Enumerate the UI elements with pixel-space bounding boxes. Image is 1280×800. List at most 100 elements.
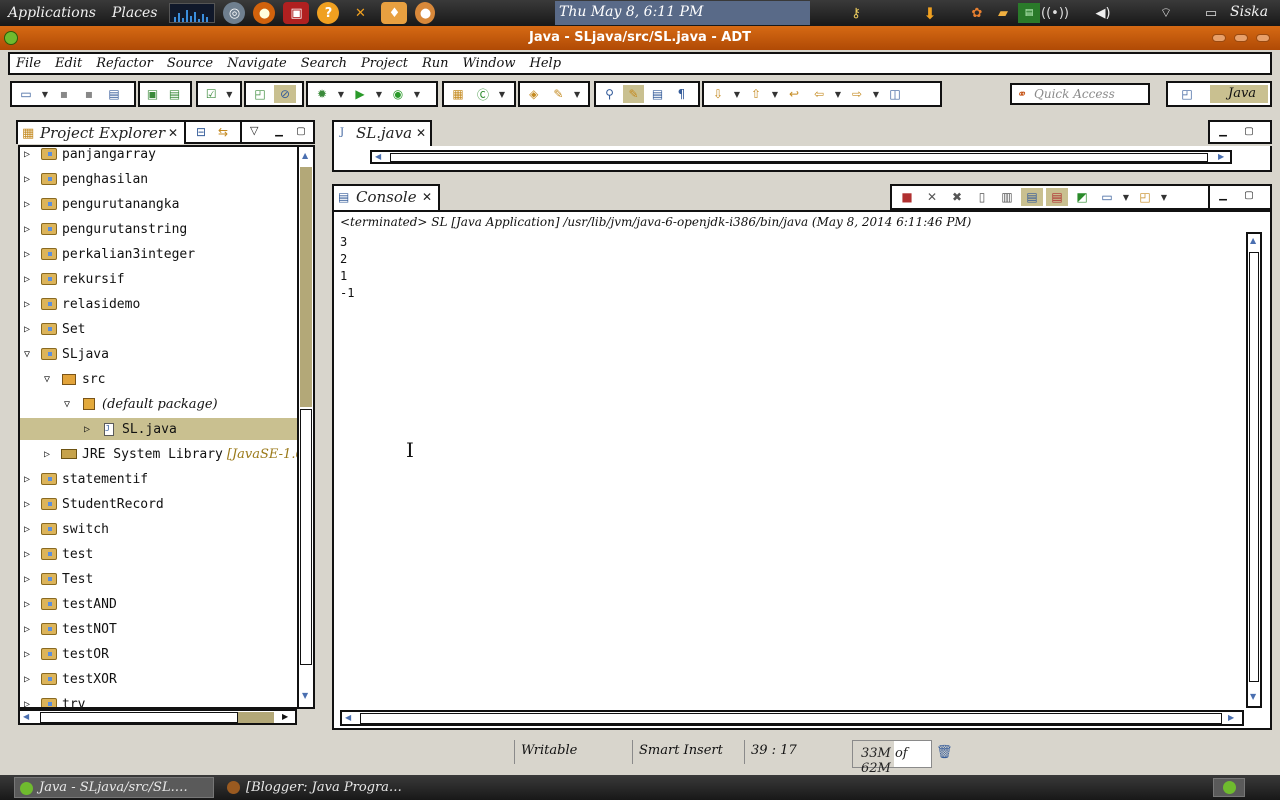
minimize-window-button[interactable] [1212,34,1226,42]
scroll-lock-icon[interactable]: ▥ [996,188,1018,206]
pin-editor-icon[interactable]: ◫ [884,85,906,103]
java-perspective-button[interactable]: Java [1210,85,1268,103]
applications-menu[interactable]: Applications [0,5,104,21]
collapse-all-icon[interactable]: ⊟ [196,125,206,139]
monitor-icon[interactable]: ▤ [1018,3,1040,23]
garbage-collect-icon[interactable]: 🗑 [936,745,953,760]
remove-all-terminated-icon[interactable]: ✖ [946,188,968,206]
tree-item-selected[interactable]: ▷ J SL.java [20,418,297,440]
wifi-icon[interactable]: ⌔ [1154,3,1178,23]
expand-icon[interactable]: ▷ [80,424,94,435]
open-type-icon[interactable]: ◈ [523,85,545,103]
expand-icon[interactable]: ▷ [20,199,34,210]
firefox-icon[interactable]: ● [253,2,276,24]
scroll-down-icon[interactable]: ▼ [302,691,308,700]
expand-icon[interactable]: ▷ [20,324,34,335]
scroll-left-icon[interactable]: ◀ [375,152,381,161]
menu-edit[interactable]: Edit [55,56,82,71]
pictures-icon[interactable]: ✿ [966,3,988,23]
run-dropdown-icon[interactable]: ▼ [374,85,384,103]
tree-item[interactable]: ▷ test [20,543,297,565]
folder-tray-icon[interactable]: ▰ [992,3,1014,23]
block-selection-icon[interactable]: ▤ [647,85,668,103]
run-icon[interactable]: ▶ [349,85,371,103]
expand-icon[interactable]: ▷ [20,149,34,160]
close-console-icon[interactable]: ✕ [422,190,432,204]
new-dropdown-icon[interactable]: ▼ [40,85,50,103]
tree-item[interactable]: ▷ relasidemo [20,293,297,315]
expand-icon[interactable]: ▷ [20,699,34,708]
expand-icon[interactable]: ▷ [20,499,34,510]
tree-item[interactable]: ▷ trv [20,693,297,708]
minimize-explorer-icon[interactable]: ▁ [272,126,286,138]
expand-icon[interactable]: ▷ [20,299,34,310]
explorer-scroll-thumb[interactable] [300,409,312,665]
external-tools-dropdown-icon[interactable]: ▼ [412,85,422,103]
console-output[interactable]: 3 2 1 -1 [340,234,354,302]
show-whitespace-icon[interactable]: ¶ [671,85,692,103]
maximize-console-icon[interactable]: ▢ [1242,190,1256,202]
scroll-down-icon[interactable]: ▼ [1250,692,1256,701]
display-selected-console-icon[interactable]: ▭ [1096,188,1118,206]
expand-icon[interactable]: ▷ [20,649,34,660]
network-icon[interactable]: ((•)) [1041,3,1069,23]
external-tools-icon[interactable]: ◉ [387,85,409,103]
lint-icon[interactable]: ☑ [201,85,222,103]
scroll-right-icon[interactable]: ▶ [1228,713,1234,722]
next-annotation-dropdown-icon[interactable]: ▼ [732,85,742,103]
close-explorer-icon[interactable]: ✕ [168,126,178,140]
minimize-editor-icon[interactable]: ▁ [1216,126,1230,138]
previous-annotation-dropdown-icon[interactable]: ▼ [770,85,780,103]
tree-item[interactable]: ▷ switch [20,518,297,540]
menu-search[interactable]: Search [301,56,347,71]
tree-item[interactable]: ▷ pengurutanangka [20,193,297,215]
tree-item[interactable]: ▷ pengurutanstring [20,218,297,240]
sdk-manager-icon[interactable]: ▣ [143,85,162,103]
open-console-dropdown-icon[interactable]: ▼ [1159,188,1169,206]
editor-horizontal-scrollbar[interactable]: ◀ ▶ [370,150,1232,164]
tree-item[interactable]: ▷ penghasilan [20,168,297,190]
console-output-area[interactable]: <terminated> SL [Java Application] /usr/… [332,210,1272,730]
scroll-left-icon[interactable]: ◀ [23,712,29,721]
expand-icon[interactable]: ▷ [20,249,34,260]
search-dropdown-icon[interactable]: ▼ [572,85,582,103]
tree-item[interactable]: ▷ testXOR [20,668,297,690]
menu-refactor[interactable]: Refactor [96,56,153,71]
app-red-icon[interactable]: ▣ [283,2,310,24]
pin-console-icon[interactable]: ◩ [1071,188,1093,206]
next-annotation-down-icon[interactable]: ⇩ [707,85,729,103]
avd-manager-icon[interactable]: ▤ [165,85,184,103]
tree-item[interactable]: ▷ perkalian3integer [20,243,297,265]
close-editor-icon[interactable]: ✕ [416,126,426,140]
help-icon[interactable]: ? [317,2,340,24]
expand-icon[interactable]: ▷ [20,624,34,635]
console-hscroll-thumb[interactable] [360,713,1222,724]
scroll-right-icon[interactable]: ▶ [282,712,288,721]
view-menu-icon[interactable]: ▽ [250,124,258,137]
open-perspective-icon[interactable]: ◰ [1176,85,1198,103]
menu-navigate[interactable]: Navigate [227,56,287,71]
explorer-hscroll-thumb[interactable] [40,712,238,723]
back-icon[interactable]: ⇦ [808,85,830,103]
menu-file[interactable]: File [16,56,41,71]
remove-launch-icon[interactable]: ✕ [921,188,943,206]
back-dropdown-icon[interactable]: ▼ [833,85,843,103]
maximize-editor-icon[interactable]: ▢ [1242,126,1256,138]
expand-icon[interactable]: ▷ [20,474,34,485]
forward-dropdown-icon[interactable]: ▼ [871,85,881,103]
open-console-icon[interactable]: ◰ [1134,188,1156,206]
explorer-horizontal-scrollbar[interactable]: ◀ ▶ [18,709,297,725]
system-monitor-icon[interactable] [169,3,216,23]
taskbar-item-blogger[interactable]: [Blogger: Java Progra… [222,777,422,798]
console-vertical-scrollbar[interactable]: ▲ ▼ [1246,232,1262,708]
tree-item[interactable]: ▷ Set [20,318,297,340]
tree-item[interactable]: ▷ testNOT [20,618,297,640]
menu-run[interactable]: Run [422,56,449,71]
scroll-right-icon[interactable]: ▶ [1218,152,1224,161]
clock[interactable]: Thu May 8, 6:11 PM [555,1,810,25]
new-java-package-icon[interactable]: ▦ [447,85,469,103]
console-tab[interactable]: ▤ Console ✕ [332,184,440,210]
tree-item[interactable]: ▷ statementif [20,468,297,490]
taskbar-item-java[interactable]: Java - SLjava/src/SL.… [14,777,214,798]
expand-icon[interactable]: ▷ [20,524,34,535]
